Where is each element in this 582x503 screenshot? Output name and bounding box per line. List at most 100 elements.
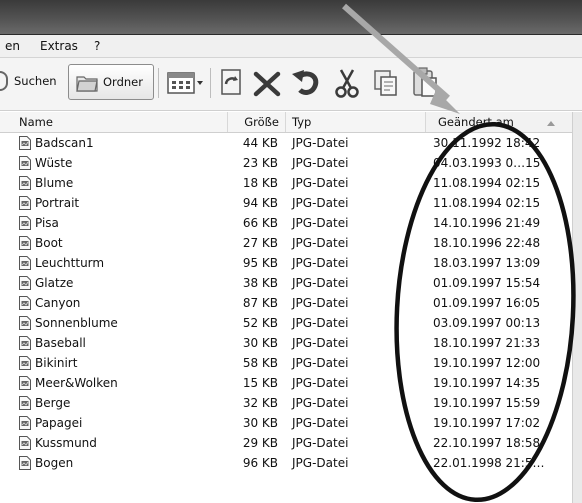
column-header-size[interactable]: Größe [228, 112, 286, 132]
menu-item-ansicht[interactable]: en [5, 39, 20, 53]
jpg-file-icon [19, 136, 31, 150]
file-row[interactable]: Sonnenblume 52 KB JPG-Datei 03.09.1997 00:1… [0, 313, 572, 333]
jpg-file-icon [19, 316, 31, 330]
undo-icon[interactable] [290, 68, 322, 98]
jpg-file-icon [19, 396, 31, 410]
file-modified-date: 04.03.1993 0…15 [433, 156, 541, 170]
jpg-file-icon [19, 196, 31, 210]
file-name: Sonnenblume [35, 316, 118, 330]
file-row[interactable]: Bikinirt 58 KB JPG-Datei 19.10.1997 12:00 [0, 353, 572, 373]
file-row[interactable]: Pisa 66 KB JPG-Datei 14.10.1996 21:49 [0, 213, 572, 233]
file-modified-date: 18.03.1997 13:09 [433, 256, 541, 270]
file-name: Glatze [35, 276, 74, 290]
file-name: Canyon [35, 296, 81, 310]
jpg-file-icon [19, 356, 31, 370]
file-name: Baseball [35, 336, 86, 350]
file-size: 95 KB [242, 256, 278, 270]
file-size: 23 KB [242, 156, 278, 170]
file-name: Portrait [35, 196, 80, 210]
scrollbar[interactable] [572, 112, 582, 503]
jpg-file-icon [19, 276, 31, 290]
file-type: JPG-Datei [292, 396, 349, 410]
folders-button[interactable]: Ordner [68, 64, 154, 100]
file-size: 52 KB [242, 316, 278, 330]
file-size: 18 KB [242, 176, 278, 190]
menu-item-help[interactable]: ? [94, 39, 100, 53]
file-row[interactable]: Wüste 23 KB JPG-Datei 04.03.1993 0…15 [0, 153, 572, 173]
file-type: JPG-Datei [292, 236, 349, 250]
sort-ascending-icon [547, 121, 555, 126]
file-size: 30 KB [242, 416, 278, 430]
file-type: JPG-Datei [292, 256, 349, 270]
file-modified-date: 01.09.1997 15:54 [433, 276, 541, 290]
jpg-file-icon [19, 456, 31, 470]
search-icon [0, 71, 8, 91]
file-row[interactable]: Baseball 30 KB JPG-Datei 18.10.1997 21:33 [0, 333, 572, 353]
folder-icon [76, 76, 98, 92]
file-type: JPG-Datei [292, 216, 349, 230]
jpg-file-icon [19, 176, 31, 190]
file-type: JPG-Datei [292, 276, 349, 290]
jpg-file-icon [19, 296, 31, 310]
column-header-date[interactable]: Geändert am [426, 112, 572, 132]
file-name: Blume [35, 176, 74, 190]
menu-item-extras[interactable]: Extras [40, 39, 78, 53]
column-headers: Name Größe Typ Geändert am [0, 112, 572, 133]
file-row[interactable]: Berge 32 KB JPG-Datei 19.10.1997 15:59 [0, 393, 572, 413]
toolbar-separator [210, 68, 211, 98]
views-icon[interactable] [166, 70, 206, 96]
column-header-type[interactable]: Typ [286, 112, 426, 132]
jpg-file-icon [19, 156, 31, 170]
file-type: JPG-Datei [292, 436, 349, 450]
file-type: JPG-Datei [292, 456, 349, 470]
file-row[interactable]: Portrait 94 KB JPG-Datei 11.08.1994 02:15 [0, 193, 572, 213]
file-row[interactable]: Canyon 87 KB JPG-Datei 01.09.1997 16:05 [0, 293, 572, 313]
file-size: 27 KB [242, 236, 278, 250]
jpg-file-icon [19, 216, 31, 230]
file-size: 29 KB [242, 436, 278, 450]
file-modified-date: 19.10.1997 15:59 [433, 396, 541, 410]
file-row[interactable]: Blume 18 KB JPG-Datei 11.08.1994 02:15 [0, 173, 572, 193]
search-label: Suchen [14, 74, 57, 88]
file-modified-date: 22.01.1998 21:5… [433, 456, 545, 470]
cut-icon[interactable] [334, 68, 360, 98]
menu-bar: en Extras ? [0, 35, 582, 58]
file-row[interactable]: Meer&Wolken 15 KB JPG-Datei 19.10.1997 14:3… [0, 373, 572, 393]
file-name: Berge [35, 396, 71, 410]
copy-icon[interactable] [372, 68, 400, 98]
move-icon[interactable] [218, 68, 244, 98]
file-type: JPG-Datei [292, 376, 349, 390]
search-button[interactable]: Suchen [0, 64, 64, 98]
file-size: 58 KB [242, 356, 278, 370]
folders-label: Ordner [103, 75, 143, 89]
file-name: Meer&Wolken [35, 376, 118, 390]
file-modified-date: 19.10.1997 17:02 [433, 416, 541, 430]
paste-icon[interactable] [410, 66, 440, 98]
file-modified-date: 19.10.1997 12:00 [433, 356, 541, 370]
file-row[interactable]: Boot 27 KB JPG-Datei 18.10.1996 22:48 [0, 233, 572, 253]
file-row[interactable]: Kussmund 29 KB JPG-Datei 22.10.1997 18:58 [0, 433, 572, 453]
file-modified-date: 11.08.1994 02:15 [433, 196, 541, 210]
file-row[interactable]: Badscan1 44 KB JPG-Datei 30.11.1992 18:42 [0, 133, 572, 153]
file-type: JPG-Datei [292, 416, 349, 430]
file-name: Bogen [35, 456, 74, 470]
file-modified-date: 18.10.1997 21:33 [433, 336, 541, 350]
toolbar: Suchen Ordner [0, 58, 582, 111]
file-modified-date: 22.10.1997 18:58 [433, 436, 541, 450]
file-row[interactable]: Bogen 96 KB JPG-Datei 22.01.1998 21:5… [0, 453, 572, 473]
delete-icon[interactable] [252, 70, 282, 98]
file-size: 15 KB [242, 376, 278, 390]
file-row[interactable]: Glatze 38 KB JPG-Datei 01.09.1997 15:54 [0, 273, 572, 293]
file-name: Bikinirt [35, 356, 78, 370]
file-size: 32 KB [242, 396, 278, 410]
jpg-file-icon [19, 256, 31, 270]
file-type: JPG-Datei [292, 296, 349, 310]
file-type: JPG-Datei [292, 176, 349, 190]
file-size: 30 KB [242, 336, 278, 350]
file-row[interactable]: Papagei 30 KB JPG-Datei 19.10.1997 17:02 [0, 413, 572, 433]
file-name: Badscan1 [35, 136, 94, 150]
column-header-name[interactable]: Name [0, 112, 228, 132]
file-row[interactable]: Leuchtturm 95 KB JPG-Datei 18.03.1997 13:09 [0, 253, 572, 273]
file-size: 44 KB [242, 136, 278, 150]
file-type: JPG-Datei [292, 196, 349, 210]
